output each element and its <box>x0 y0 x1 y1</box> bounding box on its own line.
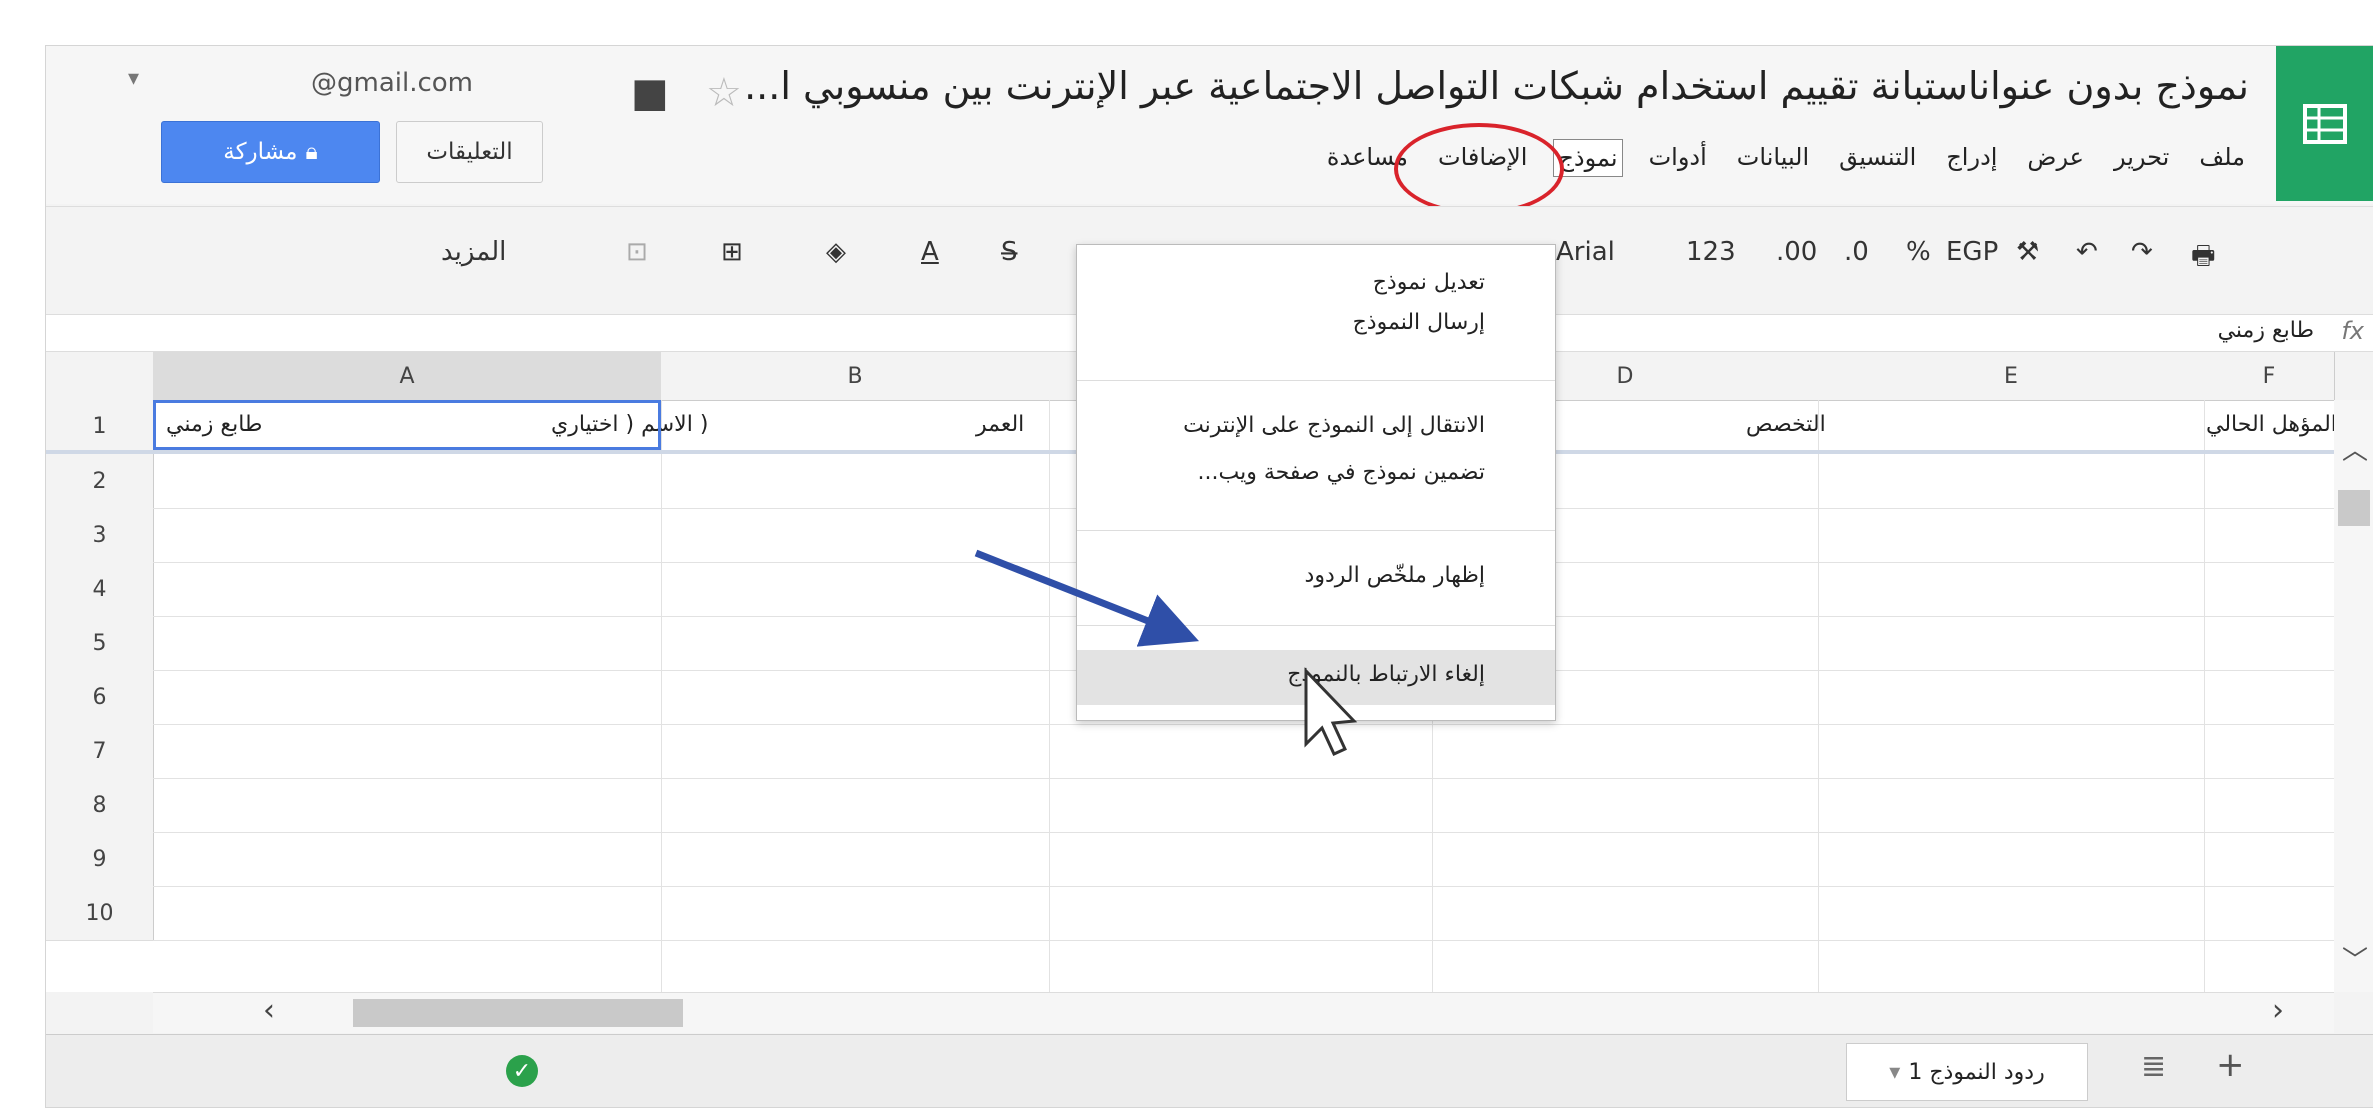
annotation-arrow-icon <box>974 549 1200 647</box>
mouse-cursor-icon <box>1304 667 1358 756</box>
spreadsheet-window: نموذج بدون عنواناستبانة تقييم استخدام شب… <box>45 45 2373 1108</box>
annotation-layer <box>974 549 1358 756</box>
